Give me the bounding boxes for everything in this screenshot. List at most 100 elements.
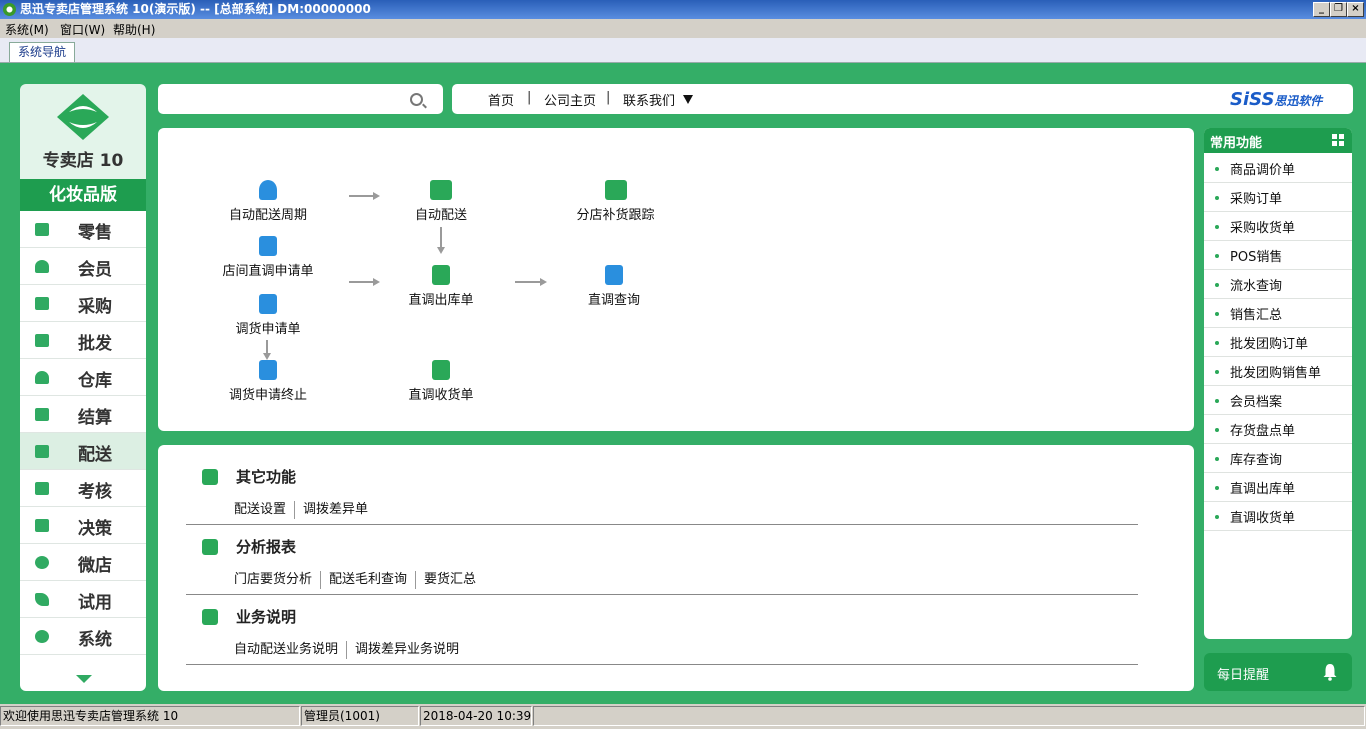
link-delivery-margin-query[interactable]: 配送毛利查询 [320, 571, 415, 589]
sidebar-item-wholesale[interactable]: 批发 [20, 322, 146, 359]
section-title-reports: 分析报表 [236, 538, 297, 556]
restore-button[interactable]: ❐ [1330, 2, 1347, 17]
chat-icon [35, 556, 49, 569]
menu-system[interactable]: 系统(M) [5, 21, 49, 38]
dropdown-arrow-icon[interactable] [683, 95, 693, 104]
quick-item[interactable]: 流水查询 [1204, 270, 1352, 299]
quick-item[interactable]: 直调出库单 [1204, 473, 1352, 502]
flow-transfer-request-stop[interactable]: 调货申请终止 [223, 360, 313, 403]
chevron-down-icon[interactable] [76, 675, 92, 683]
quick-item[interactable]: 销售汇总 [1204, 299, 1352, 328]
document-icon [259, 236, 277, 256]
minimize-button[interactable]: _ [1313, 2, 1330, 17]
menu-window[interactable]: 窗口(W) [60, 21, 105, 38]
link-transfer-difference[interactable]: 调拨差异单 [294, 501, 376, 519]
flow-store-transfer-request[interactable]: 店间直调申请单 [218, 236, 318, 279]
quick-item-label: 采购收货单 [1230, 221, 1296, 236]
sidebar-item-system[interactable]: 系统 [20, 618, 146, 655]
edition-label: 化妆品版 [20, 179, 146, 211]
link-company-home[interactable]: 公司主页 [544, 90, 596, 109]
link-home[interactable]: 首页 [488, 90, 514, 109]
flow-branch-tracking[interactable]: 分店补货跟踪 [568, 180, 663, 223]
users-icon [259, 180, 277, 200]
close-button[interactable]: × [1347, 2, 1364, 17]
quick-item[interactable]: 商品调价单 [1204, 154, 1352, 183]
node-label: 分店补货跟踪 [576, 208, 655, 223]
separator: | [606, 90, 611, 105]
sidebar-item-settlement[interactable]: 结算 [20, 396, 146, 433]
quick-item[interactable]: 采购收货单 [1204, 212, 1352, 241]
add-grid-icon[interactable] [1332, 134, 1344, 146]
status-welcome: 欢迎使用思迅专卖店管理系统 10 [0, 706, 300, 726]
truck-icon [430, 180, 452, 200]
sidebar-item-warehouse[interactable]: 仓库 [20, 359, 146, 396]
bullet-icon [1215, 341, 1219, 345]
quick-item[interactable]: POS销售 [1204, 241, 1352, 270]
title-bar: 思迅专卖店管理系统 10(演示版) -- [总部系统] DM:00000000 … [0, 0, 1366, 19]
logo-panel: 专卖店 10 [20, 84, 146, 179]
link-transfer-difference-guide[interactable]: 调拨差异业务说明 [346, 641, 467, 659]
sidebar-item-trial[interactable]: 试用 [20, 581, 146, 618]
document-out-icon [432, 265, 450, 285]
sidebar-item-label: 微店 [78, 556, 112, 576]
node-label: 直调出库单 [408, 293, 474, 308]
sidebar-item-label: 试用 [78, 593, 112, 613]
flow-transfer-query[interactable]: 直调查询 [574, 265, 654, 308]
bullet-icon [1215, 370, 1219, 374]
delivery-flow-panel: 自动配送周期 自动配送 分店补货跟踪 店间直调申请单 直调出库单 直调查询 调货… [158, 128, 1194, 431]
sidebar-item-retail[interactable]: 零售 [20, 211, 146, 248]
leaf-icon [35, 593, 49, 606]
quick-item[interactable]: 库存查询 [1204, 444, 1352, 473]
sidebar-item-label: 零售 [78, 223, 112, 243]
menu-bar: 系统(M) 窗口(W) 帮助(H) [0, 19, 1366, 38]
clipboard-icon [35, 482, 49, 495]
cart-icon [35, 334, 49, 347]
node-label: 店间直调申请单 [222, 264, 314, 279]
settle-icon [35, 408, 49, 421]
truck-icon [35, 445, 49, 458]
bullet-icon [1215, 196, 1219, 200]
quick-item[interactable]: 存货盘点单 [1204, 415, 1352, 444]
flow-auto-cycle[interactable]: 自动配送周期 [228, 180, 308, 223]
quick-item[interactable]: 采购订单 [1204, 183, 1352, 212]
quick-item-label: POS销售 [1230, 250, 1283, 265]
thumb-up-icon [35, 519, 49, 532]
sidebar-item-delivery[interactable]: 配送 [20, 433, 146, 470]
status-bar: 欢迎使用思迅专卖店管理系统 10 管理员(1001) 2018-04-20 10… [0, 704, 1366, 729]
section-links-other: 配送设置 调拨差异单 [226, 501, 376, 519]
daily-reminder-button[interactable]: 每日提醒 [1204, 653, 1352, 691]
search-icon[interactable] [410, 93, 423, 106]
daily-reminder-label: 每日提醒 [1217, 668, 1270, 683]
flow-transfer-request[interactable]: 调货申请单 [228, 294, 308, 337]
sidebar-item-microstore[interactable]: 微店 [20, 544, 146, 581]
quick-item[interactable]: 批发团购销售单 [1204, 357, 1352, 386]
quick-item-label: 采购订单 [1230, 192, 1283, 207]
flow-auto-delivery[interactable]: 自动配送 [401, 180, 481, 223]
grid-icon [202, 469, 218, 485]
link-demand-summary[interactable]: 要货汇总 [415, 571, 484, 589]
link-contact-us[interactable]: 联系我们 [623, 90, 675, 109]
search-input[interactable] [158, 84, 443, 114]
bullet-icon [1215, 225, 1219, 229]
flow-transfer-out[interactable]: 直调出库单 [401, 265, 481, 308]
separator: | [527, 90, 532, 105]
product-name: 专卖店 10 [42, 151, 124, 171]
node-label: 自动配送周期 [228, 208, 307, 223]
quick-item[interactable]: 直调收货单 [1204, 502, 1352, 531]
quick-header: 常用功能 [1204, 128, 1352, 153]
quick-item[interactable]: 批发团购订单 [1204, 328, 1352, 357]
flow-transfer-receive[interactable]: 直调收货单 [401, 360, 481, 403]
menu-help[interactable]: 帮助(H) [113, 21, 155, 38]
link-auto-delivery-guide[interactable]: 自动配送业务说明 [226, 641, 346, 659]
link-store-demand-analysis[interactable]: 门店要货分析 [226, 571, 320, 589]
sidebar-item-member[interactable]: 会员 [20, 248, 146, 285]
flow-arrow [515, 278, 547, 286]
sidebar-item-assessment[interactable]: 考核 [20, 470, 146, 507]
tab-system-navigation[interactable]: 系统导航 [9, 42, 76, 62]
sidebar-item-decision[interactable]: 决策 [20, 507, 146, 544]
sidebar-item-purchase[interactable]: 采购 [20, 285, 146, 322]
logo-icon [57, 94, 109, 140]
flow-arrow [263, 340, 271, 360]
quick-item[interactable]: 会员档案 [1204, 386, 1352, 415]
link-delivery-settings[interactable]: 配送设置 [226, 501, 294, 519]
